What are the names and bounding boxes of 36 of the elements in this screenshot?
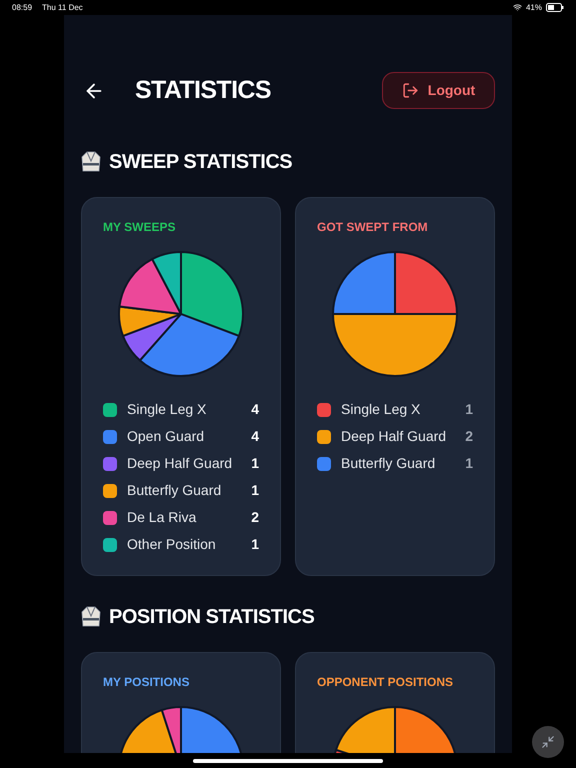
legend-count: 1 bbox=[251, 454, 259, 473]
status-time: 08:59 bbox=[12, 2, 32, 14]
legend-label: Deep Half Guard bbox=[341, 427, 448, 446]
legend-label: Deep Half Guard bbox=[127, 454, 234, 473]
wifi-icon bbox=[512, 3, 522, 12]
card-title: GOT SWEPT FROM bbox=[317, 219, 429, 236]
battery-icon bbox=[546, 3, 564, 12]
legend-label: Open Guard bbox=[127, 427, 206, 446]
legend-label: Butterfly Guard bbox=[341, 454, 436, 473]
minimize-button[interactable] bbox=[532, 726, 564, 758]
minimize-icon bbox=[541, 735, 555, 749]
card-title: OPPONENT POSITIONS bbox=[317, 674, 454, 691]
legend-label: Butterfly Guard bbox=[127, 481, 222, 500]
logout-icon bbox=[402, 82, 419, 99]
logout-button[interactable]: Logout bbox=[382, 72, 495, 109]
legend-count: 4 bbox=[251, 400, 259, 419]
legend-label: Other Position bbox=[127, 535, 217, 554]
section-title: SWEEP STATISTICS bbox=[109, 150, 292, 175]
jacket-icon bbox=[81, 151, 101, 173]
status-date: Thu 11 Dec bbox=[42, 2, 83, 14]
legend-count: 1 bbox=[465, 454, 473, 473]
legend-count: 2 bbox=[465, 427, 473, 446]
legend-count: 4 bbox=[251, 427, 259, 446]
battery-percent: 41% bbox=[526, 2, 542, 14]
section-title: POSITION STATISTICS bbox=[109, 605, 314, 630]
legend-count: 2 bbox=[251, 508, 259, 527]
legend-count: 1 bbox=[465, 400, 473, 419]
card-title: MY SWEEPS bbox=[103, 219, 176, 236]
legend-label: Single Leg X bbox=[341, 400, 422, 419]
legend-count: 1 bbox=[251, 481, 259, 500]
legend-label: De La Riva bbox=[127, 508, 198, 527]
jacket-icon bbox=[81, 606, 101, 628]
card-title: MY POSITIONS bbox=[103, 674, 190, 691]
legend-count: 1 bbox=[251, 535, 259, 554]
legend-label: Single Leg X bbox=[127, 400, 208, 419]
page-title: STATISTICS bbox=[135, 74, 271, 106]
